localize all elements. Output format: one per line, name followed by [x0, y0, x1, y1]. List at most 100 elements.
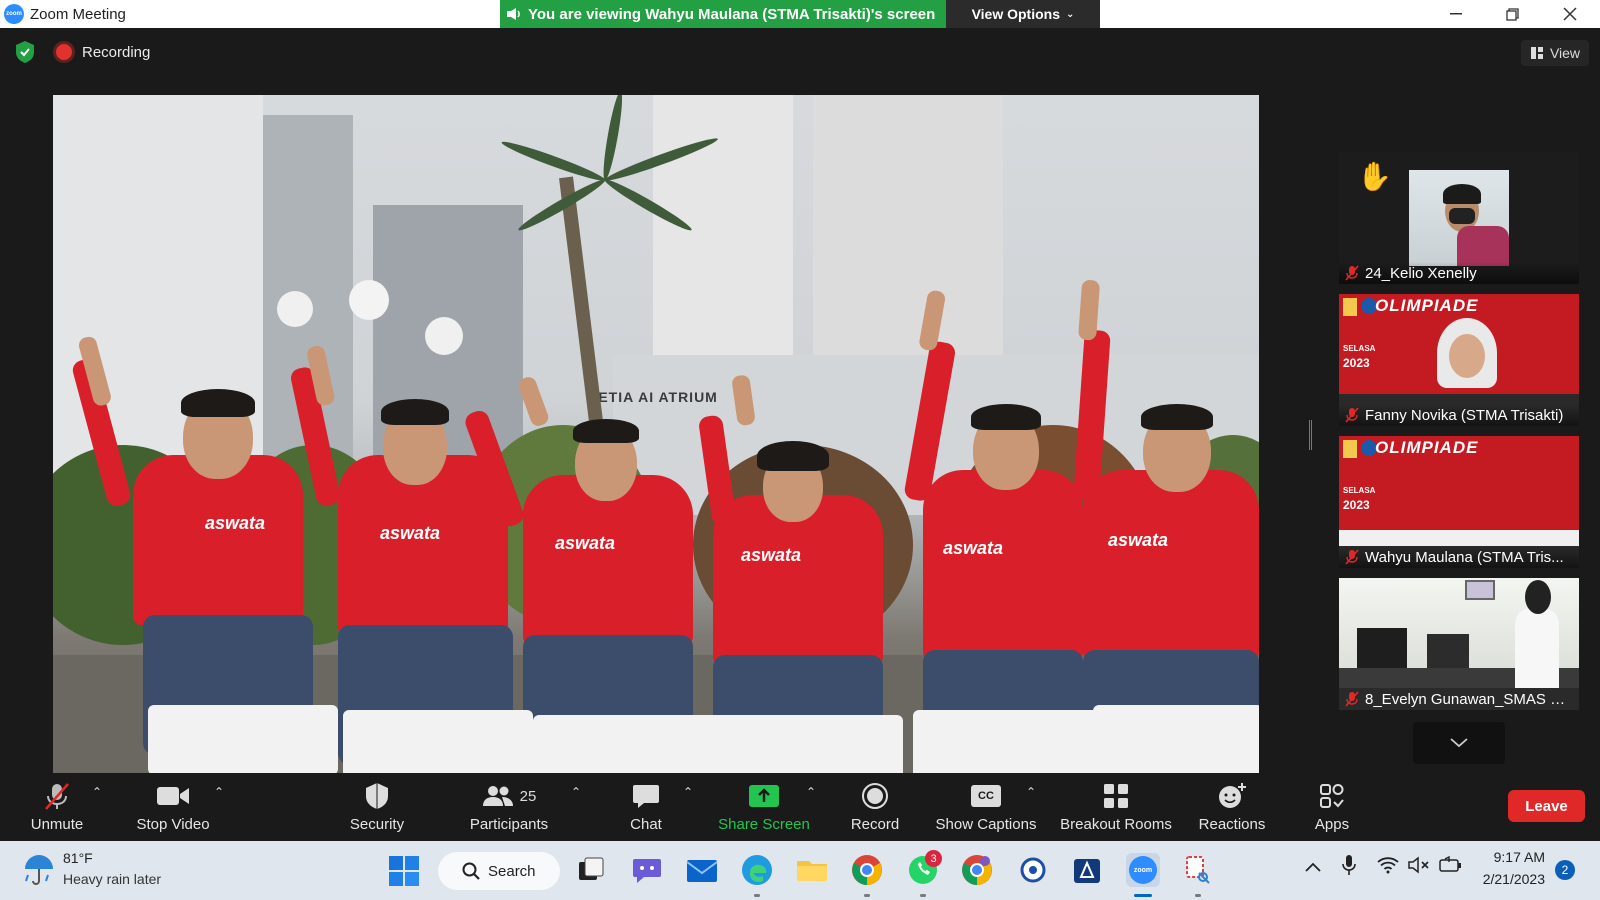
participants-options-caret[interactable]: ⌃ — [571, 785, 581, 799]
panel-resize-handle[interactable] — [1309, 420, 1312, 450]
chair — [1093, 705, 1259, 773]
captions-options-caret[interactable]: ⌃ — [1026, 785, 1036, 799]
teams-chat-icon[interactable] — [630, 853, 664, 887]
battery-charging-icon[interactable] — [1439, 855, 1463, 879]
edge-browser-icon[interactable] — [740, 853, 774, 887]
chat-bubble-icon — [632, 781, 660, 811]
olimpiade-title: OLIMPIADE — [1375, 296, 1479, 315]
store-app-icon[interactable] — [1070, 853, 1104, 887]
lamp-globe — [349, 280, 389, 320]
reactions-label: Reactions — [1198, 816, 1266, 833]
view-button[interactable]: View — [1521, 40, 1589, 66]
security-button[interactable]: Security — [344, 775, 410, 841]
scroll-participants-down-button[interactable] — [1413, 722, 1505, 764]
recording-icon — [56, 44, 72, 60]
breakout-rooms-button[interactable]: Breakout Rooms — [1058, 775, 1174, 841]
security-label: Security — [349, 816, 405, 833]
participant-name: 8_Evelyn Gunawan_SMAS Kr... — [1365, 690, 1570, 708]
viewing-banner-text: You are viewing Wahyu Maulana (STMA Tris… — [528, 5, 936, 23]
share-screen-button[interactable]: Share Screen — [716, 775, 812, 841]
participant-name: 24_Kelio Xenelly — [1365, 264, 1477, 282]
olimpiade-day: SELASA — [1343, 344, 1376, 353]
video-options-caret[interactable]: ⌃ — [214, 785, 224, 799]
participant-tile[interactable]: OLIMPIADE SELASA 2023 Wahyu Maulana (STM… — [1339, 436, 1579, 568]
clock-time[interactable]: 9:17 AM — [1479, 849, 1545, 865]
unmute-label: Unmute — [30, 816, 84, 833]
chat-button[interactable]: Chat — [625, 775, 667, 841]
chevron-down-icon: ⌄ — [1066, 8, 1075, 20]
view-label: View — [1549, 45, 1581, 61]
zoom-taskbar-icon[interactable]: zoom — [1126, 853, 1160, 887]
gear-app-icon[interactable] — [1016, 853, 1050, 887]
chrome-icon[interactable] — [850, 853, 884, 887]
record-button[interactable]: Record — [848, 775, 902, 841]
restore-icon — [1505, 7, 1519, 21]
weather-widget[interactable] — [22, 853, 56, 892]
viewing-banner: You are viewing Wahyu Maulana (STMA Tris… — [500, 0, 946, 28]
app-running-indicator — [754, 894, 760, 897]
palm-leaf — [499, 137, 607, 185]
file-explorer-icon[interactable] — [795, 853, 829, 887]
participant-tile[interactable]: OLIMPIADE SELASA 2023 Fanny Novika (STMA… — [1339, 294, 1579, 426]
raised-hand-icon: ✋ — [1357, 161, 1392, 192]
close-icon — [1563, 7, 1577, 21]
participant-name-bar: 24_Kelio Xenelly — [1339, 262, 1579, 284]
app-active-indicator — [1134, 894, 1152, 897]
mic-muted-icon — [1345, 265, 1359, 281]
participant-tile[interactable]: ✋ 24_Kelio Xenelly — [1339, 152, 1579, 284]
view-options-button[interactable]: View Options ⌄ — [946, 0, 1100, 28]
encryption-shield-icon[interactable] — [14, 40, 36, 64]
olimpiade-title: OLIMPIADE — [1375, 438, 1479, 457]
clock-date[interactable]: 2/21/2023 — [1469, 871, 1545, 887]
stop-video-button[interactable]: Stop Video — [130, 775, 216, 841]
weather-temperature[interactable]: 81°F — [63, 850, 93, 866]
show-hidden-icons-chevron-icon[interactable] — [1305, 859, 1321, 877]
share-screen-icon — [748, 781, 780, 811]
mic-muted-icon — [1345, 691, 1359, 707]
chair — [913, 710, 1103, 773]
chat-options-caret[interactable]: ⌃ — [683, 785, 693, 799]
olimpiade-background: OLIMPIADE SELASA 2023 — [1339, 436, 1579, 546]
participants-button[interactable]: 25 Participants — [466, 775, 552, 841]
olimpiade-year: 2023 — [1343, 356, 1370, 370]
restore-button[interactable] — [1489, 0, 1535, 28]
close-button[interactable] — [1547, 0, 1593, 28]
taskbar-search[interactable]: Search — [438, 852, 560, 890]
search-icon — [462, 862, 480, 880]
apps-button[interactable]: Apps — [1312, 775, 1352, 841]
audio-options-caret[interactable]: ⌃ — [92, 785, 102, 799]
task-view-icon[interactable] — [574, 853, 608, 887]
minimize-button[interactable] — [1433, 0, 1479, 28]
share-screen-label: Share Screen — [718, 816, 810, 833]
olimpiade-day: SELASA — [1343, 486, 1376, 495]
grid-view-icon — [1530, 47, 1543, 59]
participant-tile[interactable]: 8_Evelyn Gunawan_SMAS Kr... — [1339, 578, 1579, 710]
microphone-icon[interactable] — [1342, 854, 1356, 881]
shared-screen-video[interactable]: SETIA AI ATRIUM aswata aswata aswata asw… — [53, 95, 1259, 773]
show-captions-button[interactable]: CC Show Captions — [934, 775, 1038, 841]
closed-captions-icon: CC — [971, 781, 1001, 811]
mic-muted-icon — [42, 781, 72, 811]
volume-muted-icon[interactable] — [1408, 856, 1430, 879]
chair — [343, 710, 533, 773]
share-options-caret[interactable]: ⌃ — [806, 785, 816, 799]
leave-button[interactable]: Leave — [1508, 790, 1585, 822]
breakout-rooms-label: Breakout Rooms — [1060, 816, 1172, 833]
participants-icon: 25 — [482, 781, 536, 811]
wifi-icon[interactable] — [1377, 856, 1399, 879]
video-camera-icon — [156, 781, 190, 811]
chrome-profile-icon[interactable] — [960, 853, 994, 887]
palm-leaf — [600, 95, 626, 181]
participant-name-bar: 8_Evelyn Gunawan_SMAS Kr... — [1339, 688, 1579, 710]
umbrella-rain-icon — [25, 855, 53, 885]
breakout-rooms-icon — [1103, 781, 1129, 811]
apps-icon — [1319, 781, 1345, 811]
start-windows-icon[interactable] — [388, 855, 420, 887]
weather-description[interactable]: Heavy rain later — [63, 871, 161, 887]
notification-count-badge[interactable]: 2 — [1555, 860, 1575, 880]
snipping-tool-icon[interactable] — [1181, 853, 1215, 887]
reactions-button[interactable]: Reactions — [1197, 775, 1267, 841]
unmute-button[interactable]: Unmute — [20, 775, 94, 841]
record-label: Record — [850, 816, 900, 833]
mail-icon[interactable] — [685, 853, 719, 887]
